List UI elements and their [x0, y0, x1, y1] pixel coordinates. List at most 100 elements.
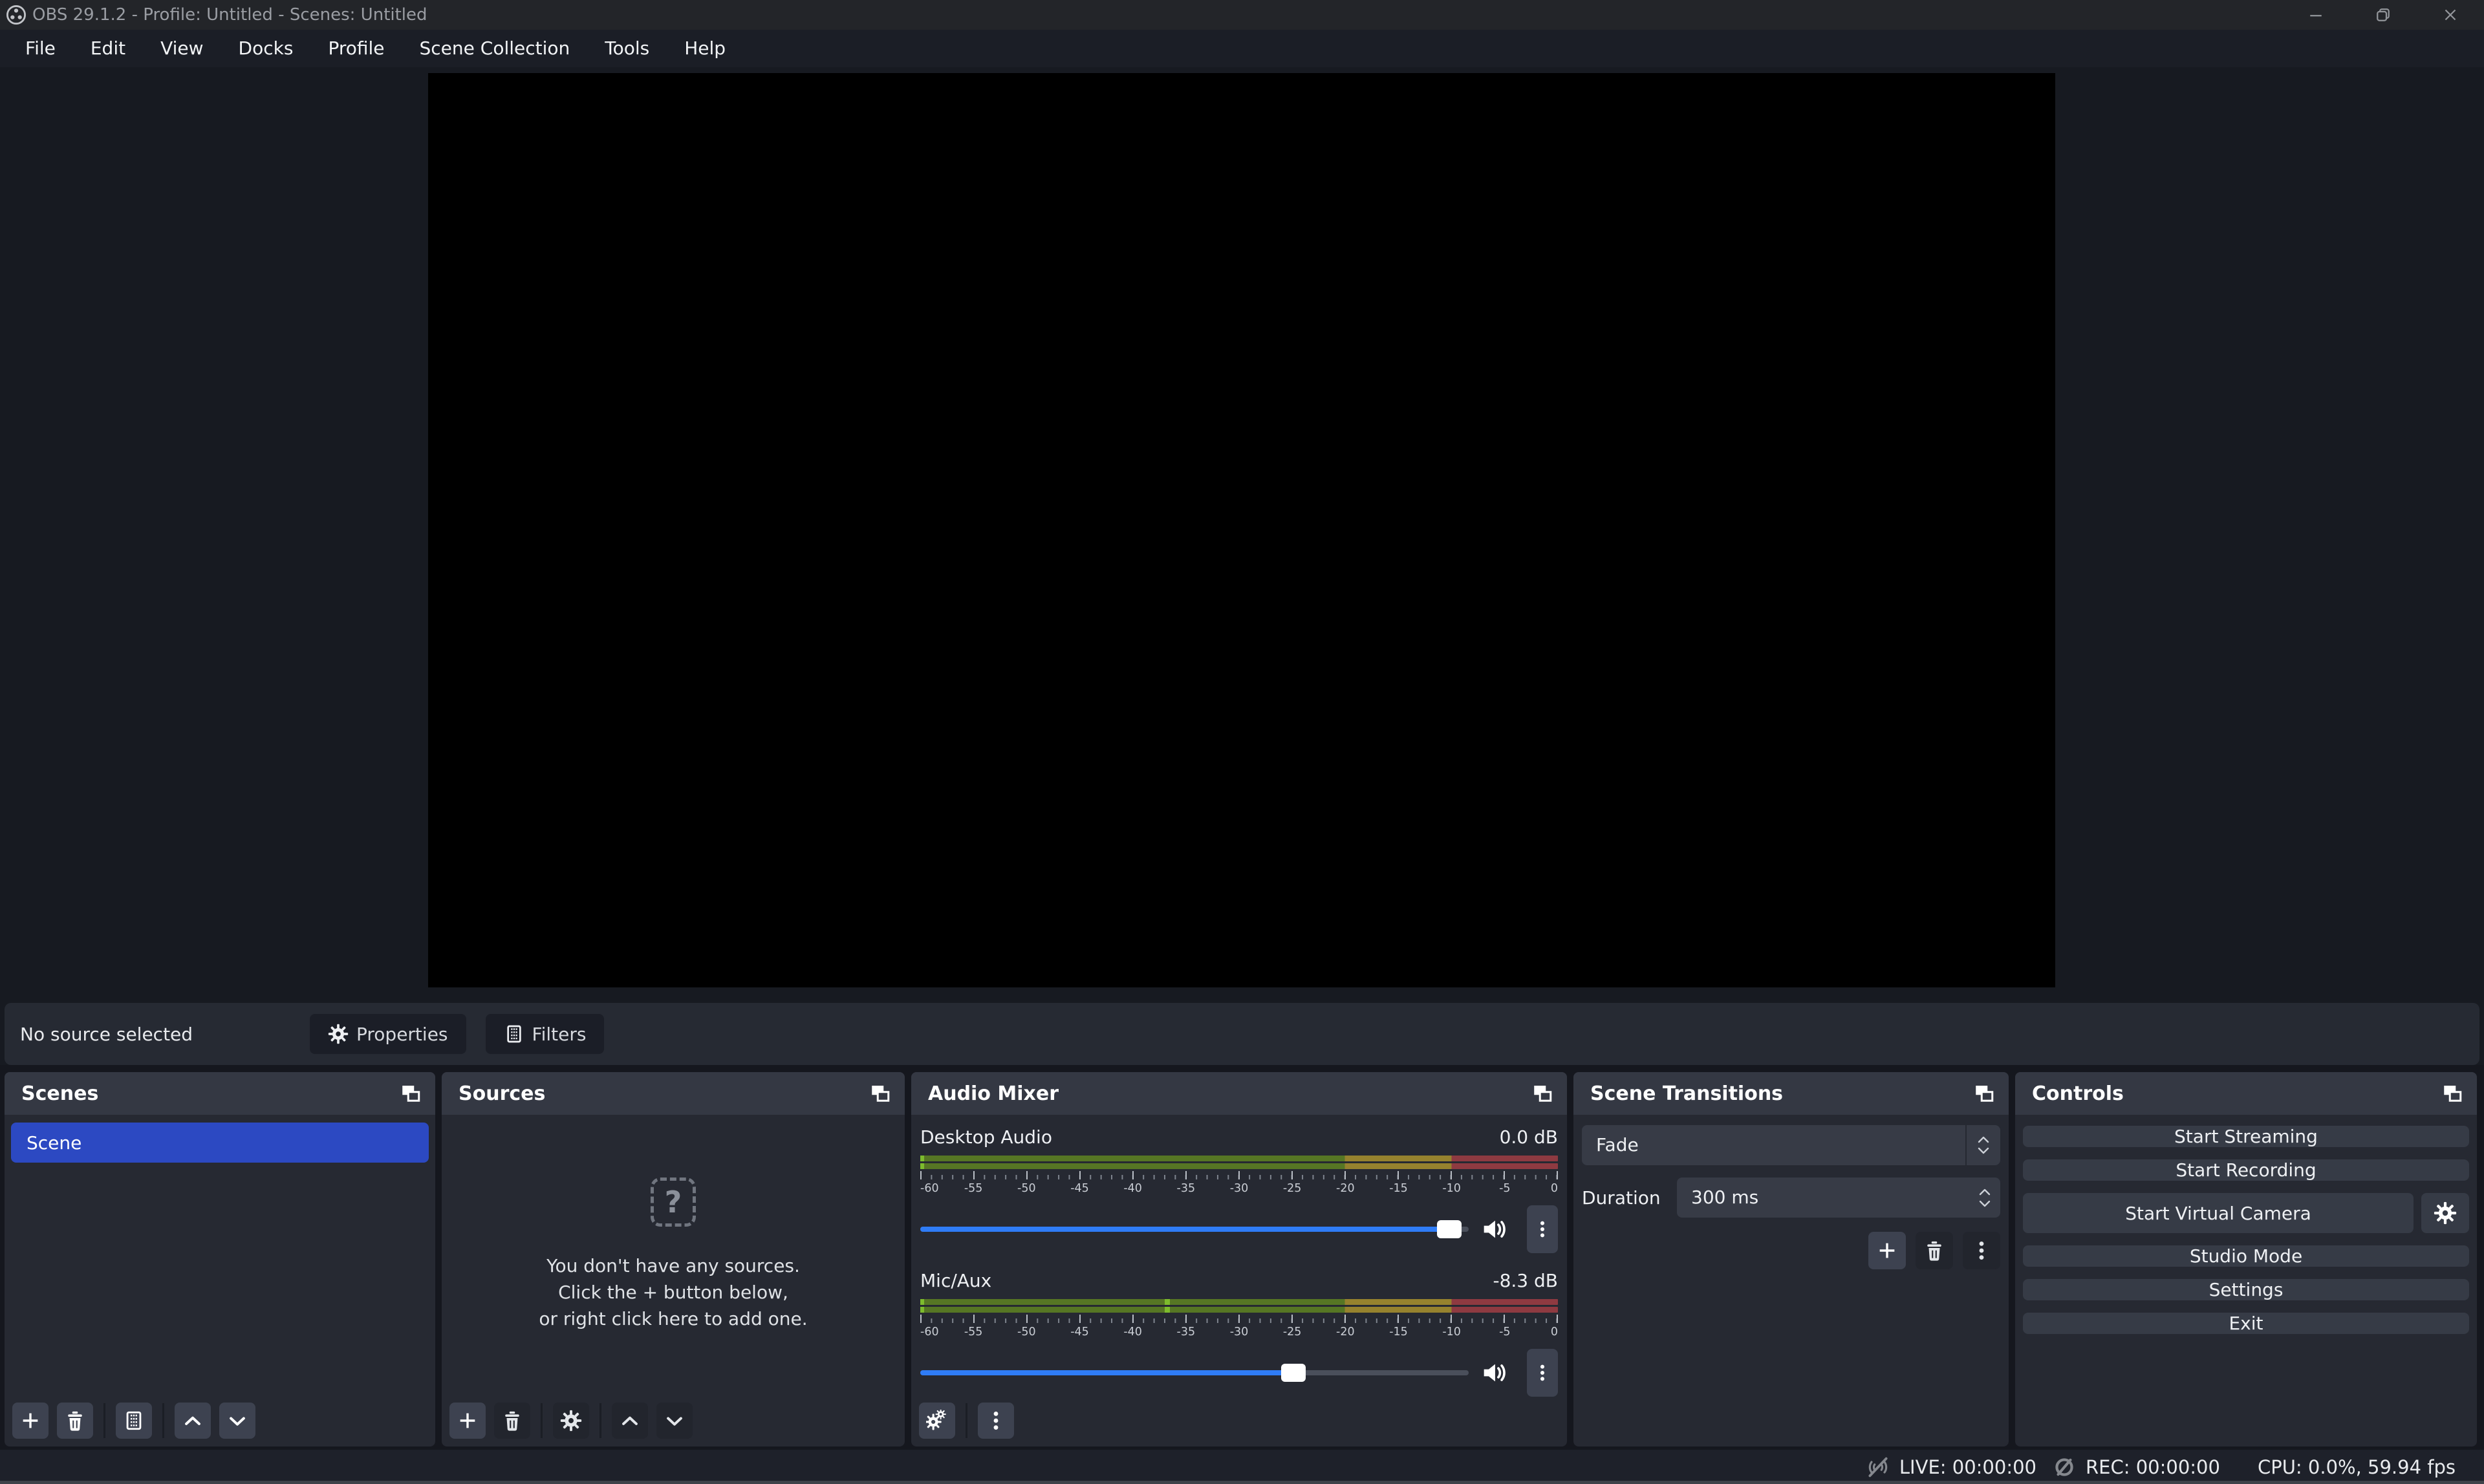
menu-scene-collection[interactable]: Scene Collection [402, 30, 588, 67]
slider-fill [920, 1227, 1449, 1232]
filters-button[interactable]: Filters [486, 1014, 605, 1054]
virtual-camera-config-button[interactable] [2421, 1193, 2469, 1233]
source-toolbar: No source selected Properties Filters [5, 1003, 2479, 1065]
remove-transition-button[interactable] [1916, 1232, 1953, 1269]
properties-button[interactable]: Properties [310, 1014, 466, 1054]
close-button[interactable] [2417, 0, 2484, 30]
studio-mode-button[interactable]: Studio Mode [2023, 1245, 2469, 1267]
scene-list-item[interactable]: Scene [11, 1123, 429, 1163]
add-source-button[interactable] [449, 1403, 486, 1439]
preview-canvas[interactable] [428, 73, 2055, 987]
menu-view[interactable]: View [143, 30, 221, 67]
chevron-down-icon [1977, 1146, 1990, 1155]
transition-properties-button[interactable] [1963, 1232, 2000, 1269]
popout-icon[interactable] [869, 1082, 892, 1105]
trash-icon [1923, 1240, 1945, 1262]
sources-empty-state[interactable]: ? You don't have any sources. Click the … [442, 1115, 905, 1395]
window-title: OBS 29.1.2 - Profile: Untitled - Scenes:… [32, 5, 427, 25]
channel-level-db: -8.3 dB [1493, 1270, 1558, 1291]
record-inactive-icon [2051, 1454, 2078, 1481]
meter-bar [920, 1307, 1558, 1313]
window-bottom-edge [0, 1481, 2484, 1484]
duration-spin-arrows[interactable] [1978, 1178, 1991, 1218]
restore-icon [2373, 5, 2393, 25]
db-ruler [920, 1171, 1558, 1179]
toolbar-separator [599, 1403, 601, 1438]
controls-body: Start Streaming Start Recording Start Vi… [2015, 1115, 2477, 1345]
sources-dock-header[interactable]: Sources [442, 1072, 905, 1115]
source-properties-button[interactable] [553, 1403, 589, 1439]
controls-header[interactable]: Controls [2015, 1072, 2477, 1115]
speaker-icon[interactable] [1479, 1358, 1509, 1388]
channel-menu-button[interactable] [1527, 1349, 1558, 1397]
audio-mixer-toolbar [919, 1403, 1014, 1439]
minimize-button[interactable] [2282, 0, 2349, 30]
add-transition-button[interactable] [1868, 1232, 1906, 1269]
scene-transitions-header[interactable]: Scene Transitions [1573, 1072, 2009, 1115]
start-streaming-button[interactable]: Start Streaming [2023, 1126, 2469, 1147]
menu-edit[interactable]: Edit [73, 30, 143, 67]
menu-help[interactable]: Help [667, 30, 743, 67]
gear-icon [328, 1024, 349, 1044]
channel-mic-aux: Mic/Aux -8.3 dB -60 -55 -50 -45 -40 [920, 1270, 1558, 1397]
live-status: LIVE: 00:00:00 [1864, 1454, 2036, 1481]
sources-empty-text-3: or right click here to add one. [539, 1306, 807, 1332]
menu-file[interactable]: File [8, 30, 73, 67]
add-scene-button[interactable] [12, 1403, 49, 1439]
start-virtual-camera-button[interactable]: Start Virtual Camera [2023, 1193, 2414, 1233]
duration-spinbox[interactable]: 300 ms [1677, 1178, 2000, 1218]
question-mark-glyph: ? [665, 1185, 682, 1220]
popout-icon[interactable] [2441, 1082, 2464, 1105]
volume-slider[interactable] [920, 1220, 1469, 1239]
toolbar-separator [162, 1403, 164, 1438]
transition-select-value: Fade [1582, 1125, 2000, 1165]
transition-select[interactable]: Fade [1582, 1125, 2000, 1165]
move-source-up-button[interactable] [612, 1403, 648, 1439]
scenes-toolbar [12, 1403, 255, 1439]
move-source-down-button[interactable] [656, 1403, 693, 1439]
double-gear-icon [926, 1410, 948, 1432]
chevron-down-icon [1978, 1199, 1991, 1208]
slider-handle[interactable] [1281, 1364, 1306, 1382]
popout-icon[interactable] [1531, 1082, 1554, 1105]
remove-scene-button[interactable] [57, 1403, 93, 1439]
scene-filters-button[interactable] [116, 1403, 152, 1439]
controls-dock: Controls Start Streaming Start Recording… [2015, 1072, 2477, 1446]
meter-bar [920, 1299, 1558, 1305]
volume-slider[interactable] [920, 1363, 1469, 1382]
start-recording-button[interactable]: Start Recording [2023, 1159, 2469, 1181]
popout-icon[interactable] [1972, 1082, 1996, 1105]
window-controls [2282, 0, 2484, 30]
menu-profile[interactable]: Profile [310, 30, 402, 67]
popout-icon[interactable] [399, 1082, 422, 1105]
properties-button-label: Properties [356, 1024, 448, 1045]
toolbar-separator [103, 1403, 105, 1438]
exit-button[interactable]: Exit [2023, 1313, 2469, 1334]
chevron-down-icon [664, 1410, 686, 1432]
move-scene-down-button[interactable] [219, 1403, 255, 1439]
plus-icon [1876, 1240, 1898, 1262]
menu-tools[interactable]: Tools [587, 30, 667, 67]
speaker-icon[interactable] [1479, 1214, 1509, 1244]
remove-source-button[interactable] [494, 1403, 530, 1439]
mixer-menu-button[interactable] [978, 1403, 1014, 1439]
restore-button[interactable] [2349, 0, 2417, 30]
scene-transitions-title: Scene Transitions [1590, 1082, 1783, 1105]
scenes-dock-header[interactable]: Scenes [5, 1072, 435, 1115]
sources-empty-text-1: You don't have any sources. [546, 1253, 800, 1279]
scene-transitions-body: Fade Duration 300 ms [1573, 1115, 2009, 1280]
move-scene-up-button[interactable] [175, 1403, 211, 1439]
transition-select-arrows[interactable] [1965, 1125, 2000, 1165]
chevron-up-icon [182, 1410, 204, 1432]
menu-docks[interactable]: Docks [221, 30, 311, 67]
audio-mixer-header[interactable]: Audio Mixer [911, 1072, 1567, 1115]
settings-button[interactable]: Settings [2023, 1279, 2469, 1300]
gear-icon [2434, 1201, 2457, 1225]
workspace [0, 67, 2484, 1065]
advanced-audio-button[interactable] [919, 1403, 955, 1439]
trash-icon [501, 1410, 523, 1432]
channel-menu-button[interactable] [1527, 1205, 1558, 1253]
sources-dock: Sources ? You don't have any sources. Cl… [442, 1072, 905, 1446]
slider-handle[interactable] [1437, 1220, 1462, 1238]
filters-button-label: Filters [532, 1024, 587, 1045]
